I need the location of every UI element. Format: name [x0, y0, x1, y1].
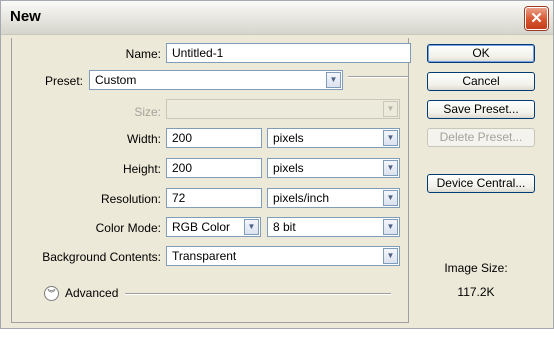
color-mode-value: RGB Color: [172, 220, 231, 234]
width-unit-select[interactable]: pixels ▼: [267, 128, 400, 148]
color-mode-label: Color Mode:: [95, 221, 161, 235]
width-label: Width:: [126, 132, 161, 146]
new-document-dialog: New ✕ Name: Untitled-1 Preset: Custom ▼ …: [0, 0, 554, 329]
background-contents-value: Transparent: [172, 249, 237, 263]
chevron-down-icon: ▼: [383, 101, 398, 117]
height-label: Height:: [122, 162, 161, 176]
resolution-unit-select[interactable]: pixels/inch ▼: [267, 188, 400, 208]
ok-button[interactable]: OK: [427, 44, 535, 63]
width-input[interactable]: 200: [166, 128, 262, 148]
preset-value: Custom: [95, 73, 137, 87]
image-size-value: 117.2K: [457, 285, 495, 299]
name-input[interactable]: Untitled-1: [166, 43, 411, 63]
chevron-down-icon[interactable]: ▼: [383, 190, 398, 206]
size-label: Size:: [134, 105, 161, 119]
preset-select[interactable]: Custom ▼: [89, 70, 343, 90]
width-unit-value: pixels: [273, 131, 304, 145]
advanced-toggle-label[interactable]: Advanced: [65, 286, 118, 300]
chevron-down-icon[interactable]: ▼: [383, 219, 398, 235]
preset-label: Preset:: [44, 74, 83, 88]
image-size-label: Image Size:: [444, 261, 508, 275]
chevron-down-icon[interactable]: ▼: [383, 130, 398, 146]
chevron-down-icon[interactable]: ▼: [244, 219, 259, 235]
title-bar[interactable]: New ✕: [1, 1, 553, 35]
bit-depth-value: 8 bit: [273, 220, 296, 234]
device-central-button[interactable]: Device Central...: [427, 174, 535, 193]
resolution-label: Resolution:: [100, 192, 161, 206]
preset-group-line: [348, 76, 408, 78]
advanced-separator: [125, 293, 391, 295]
name-label: Name:: [125, 47, 161, 61]
color-mode-select[interactable]: RGB Color ▼: [166, 217, 261, 237]
delete-preset-button: Delete Preset...: [427, 128, 535, 147]
background-contents-select[interactable]: Transparent ▼: [166, 246, 400, 266]
chevron-down-icon[interactable]: ▼: [326, 72, 341, 88]
bit-depth-select[interactable]: 8 bit ▼: [267, 217, 400, 237]
save-preset-button[interactable]: Save Preset...: [427, 100, 535, 119]
cancel-button[interactable]: Cancel: [427, 72, 535, 91]
chevron-double-down-icon[interactable]: ︾: [44, 286, 59, 301]
chevron-down-icon[interactable]: ▼: [383, 160, 398, 176]
height-unit-value: pixels: [273, 161, 304, 175]
dialog-title: New: [10, 8, 41, 25]
close-button[interactable]: ✕: [525, 7, 548, 30]
resolution-unit-value: pixels/inch: [273, 191, 330, 205]
chevron-down-icon[interactable]: ▼: [383, 248, 398, 264]
close-icon: ✕: [530, 10, 543, 27]
background-contents-label: Background Contents:: [42, 250, 161, 264]
height-unit-select[interactable]: pixels ▼: [267, 158, 400, 178]
resolution-input[interactable]: 72: [166, 188, 262, 208]
size-select: ▼: [166, 99, 400, 119]
height-input[interactable]: 200: [166, 158, 262, 178]
